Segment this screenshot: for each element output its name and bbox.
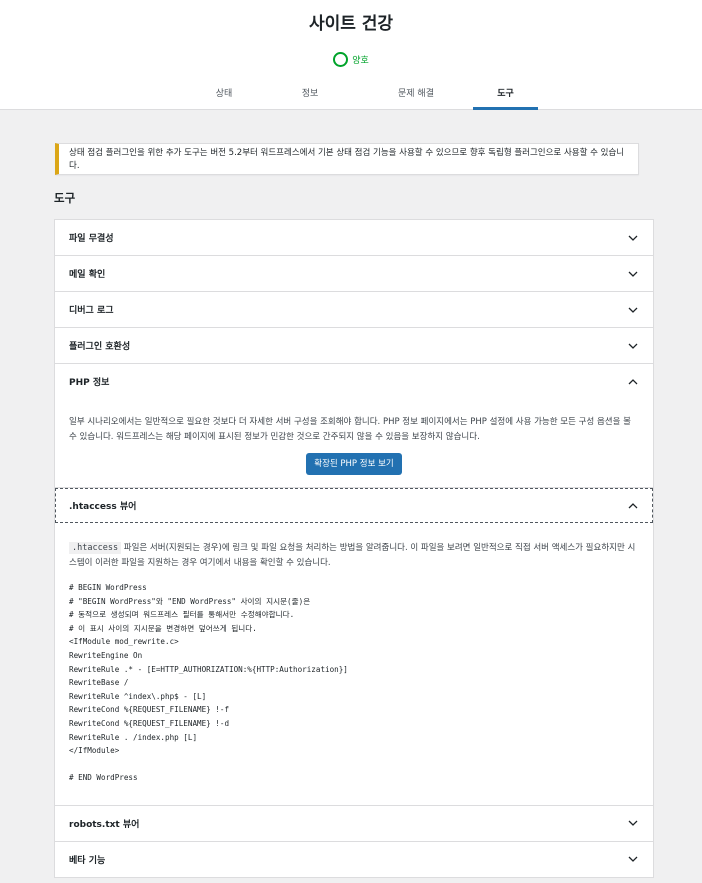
accordion-label: robots.txt 뷰어 (69, 819, 140, 830)
accordion-item-htaccess-viewer: .htaccess 뷰어 .htaccess 파일은 서버(지원되는 경우)에 … (55, 488, 653, 806)
accordion-label: PHP 정보 (69, 378, 110, 388)
accordion-item-file-integrity: 파일 무결성 (55, 220, 653, 256)
health-status: 양호 (0, 52, 702, 67)
htaccess-description: .htaccess 파일은 서버(지원되는 경우)에 링크 및 파일 요청을 처… (69, 541, 639, 571)
accordion-toggle-debug-log[interactable]: 디버그 로그 (55, 292, 653, 327)
status-label: 양호 (352, 56, 369, 66)
accordion-toggle-file-integrity[interactable]: 파일 무결성 (55, 220, 653, 255)
accordion-item-beta-features: 베타 기능 (55, 842, 653, 877)
section-title: 도구 (54, 191, 76, 205)
accordion-item-mail-check: 메일 확인 (55, 256, 653, 292)
page-title: 사이트 건강 (308, 14, 394, 34)
accordion-label: 메일 확인 (69, 270, 106, 280)
chevron-down-icon (628, 343, 638, 349)
accordion-toggle-htaccess-viewer[interactable]: .htaccess 뷰어 (55, 488, 653, 523)
php-info-panel: 일부 시나리오에서는 일반적으로 필요한 것보다 더 자세한 서버 구성을 조회… (55, 399, 653, 487)
status-circle-icon (333, 52, 349, 67)
notice-warning: 상태 점검 플러그인을 위한 추가 도구는 버전 5.2부터 워드프레스에서 기… (55, 143, 639, 175)
tab-troubleshooting[interactable]: 문제 해결 (362, 80, 470, 110)
chevron-down-icon (628, 856, 638, 863)
tab-info[interactable]: 정보 (258, 80, 362, 110)
tab-bar: 상태 정보 문제 해결 도구 (190, 80, 538, 110)
notice-text: 상태 점검 플러그인을 위한 추가 도구는 버전 5.2부터 워드프레스에서 기… (69, 148, 625, 171)
accordion-item-php-info: PHP 정보 일부 시나리오에서는 일반적으로 필요한 것보다 더 자세한 서버… (55, 364, 653, 488)
htaccess-panel: .htaccess 파일은 서버(지원되는 경우)에 링크 및 파일 요청을 처… (55, 523, 653, 805)
accordion-label: 베타 기능 (69, 855, 106, 866)
accordion-label: .htaccess 뷰어 (69, 502, 137, 512)
accordion-toggle-mail-check[interactable]: 메일 확인 (55, 256, 653, 291)
accordion-item-plugin-compatibility: 플러그인 호환성 (55, 328, 653, 364)
tab-status[interactable]: 상태 (190, 80, 258, 110)
accordion-label: 파일 무결성 (69, 234, 114, 244)
htaccess-filename: .htaccess (69, 542, 122, 554)
php-info-description: 일부 시나리오에서는 일반적으로 필요한 것보다 더 자세한 서버 구성을 조회… (69, 417, 631, 442)
accordion-label: 디버그 로그 (69, 306, 114, 316)
chevron-down-icon (628, 235, 638, 241)
accordion-item-robots-viewer: robots.txt 뷰어 (55, 806, 653, 842)
accordion-label: 플러그인 호환성 (69, 342, 131, 352)
htaccess-description-text: 파일은 서버(지원되는 경우)에 링크 및 파일 요청을 처리하는 방법을 알려… (69, 543, 636, 568)
accordion-toggle-beta-features[interactable]: 베타 기능 (55, 842, 653, 877)
tab-tools[interactable]: 도구 (473, 80, 538, 110)
tools-accordion: 파일 무결성 메일 확인 디버그 로그 플러그인 호환성 PHP 정보 일부 시… (54, 219, 654, 878)
chevron-up-icon (628, 502, 638, 508)
accordion-toggle-php-info[interactable]: PHP 정보 (55, 364, 653, 399)
chevron-up-icon (628, 378, 638, 384)
accordion-toggle-plugin-compatibility[interactable]: 플러그인 호환성 (55, 328, 653, 363)
chevron-down-icon (628, 820, 638, 827)
chevron-down-icon (628, 307, 638, 313)
page-header: 사이트 건강 양호 상태 정보 문제 해결 도구 (0, 0, 702, 110)
accordion-toggle-robots-viewer[interactable]: robots.txt 뷰어 (55, 806, 653, 841)
view-extended-php-info-button[interactable]: 확장된 PHP 정보 보기 (306, 453, 402, 475)
htaccess-code: # BEGIN WordPress # "BEGIN WordPress"와 "… (69, 583, 348, 783)
chevron-down-icon (628, 271, 638, 277)
accordion-item-debug-log: 디버그 로그 (55, 292, 653, 328)
